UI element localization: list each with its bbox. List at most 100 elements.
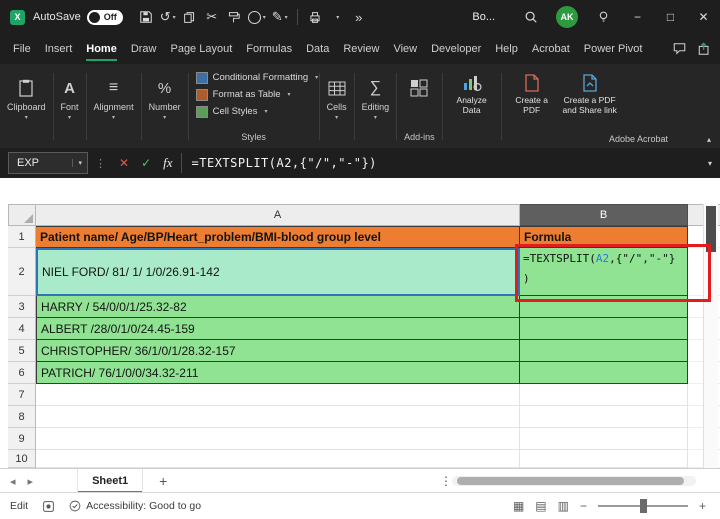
cell-B8[interactable] bbox=[520, 406, 688, 428]
select-all-corner[interactable] bbox=[8, 204, 36, 226]
accessibility-status[interactable]: Accessibility: Good to go bbox=[69, 500, 201, 512]
analyze-data-button[interactable]: Analyze Data bbox=[450, 74, 494, 115]
cell-A2[interactable]: NIEL FORD/ 81/ 1/ 1/0/26.91-142 bbox=[36, 248, 520, 296]
save-icon[interactable] bbox=[138, 5, 154, 29]
close-button[interactable]: ✕ bbox=[687, 0, 720, 34]
copy-icon[interactable] bbox=[182, 5, 198, 29]
tab-help[interactable]: Help bbox=[488, 34, 525, 64]
column-header-A[interactable]: A bbox=[36, 204, 520, 226]
undo-icon[interactable]: ↺ ▾ bbox=[160, 5, 176, 29]
tab-file[interactable]: File bbox=[6, 34, 38, 64]
tab-data[interactable]: Data bbox=[299, 34, 336, 64]
quick-access-caret-icon[interactable]: ▾ bbox=[329, 5, 345, 29]
cell-A9[interactable] bbox=[36, 428, 520, 450]
avatar[interactable]: AK bbox=[556, 6, 578, 28]
zoom-slider-thumb[interactable] bbox=[639, 499, 647, 513]
tab-acrobat[interactable]: Acrobat bbox=[525, 34, 577, 64]
cell-A6[interactable]: PATRICH/ 76/1/0/0/34.32-211 bbox=[36, 362, 520, 384]
cell-A10[interactable] bbox=[36, 450, 520, 468]
group-cells[interactable]: Cells ▾ bbox=[322, 67, 352, 146]
row-header-7[interactable]: 7 bbox=[8, 384, 36, 406]
cell-A7[interactable] bbox=[36, 384, 520, 406]
tab-power-pivot[interactable]: Power Pivot bbox=[577, 34, 650, 64]
format-as-table-button[interactable]: Format as Table ▾ bbox=[195, 86, 291, 103]
cell-B1[interactable]: Formula bbox=[520, 226, 688, 248]
cell-B3[interactable] bbox=[520, 296, 688, 318]
tab-developer[interactable]: Developer bbox=[424, 34, 488, 64]
vertical-scrollbar[interactable] bbox=[703, 204, 718, 468]
add-sheet-icon[interactable]: + bbox=[159, 473, 167, 489]
horizontal-scrollbar[interactable] bbox=[452, 476, 696, 486]
row-header-9[interactable]: 9 bbox=[8, 428, 36, 450]
autosave-toggle[interactable]: AutoSave Off bbox=[33, 9, 123, 25]
horizontal-scrollbar-thumb[interactable] bbox=[457, 477, 684, 485]
cell-B7[interactable] bbox=[520, 384, 688, 406]
zoom-in-icon[interactable]: + bbox=[699, 499, 706, 513]
lightbulb-icon[interactable] bbox=[595, 5, 611, 29]
cell-B5[interactable] bbox=[520, 340, 688, 362]
zoom-out-icon[interactable]: − bbox=[580, 499, 587, 513]
format-painter-icon[interactable] bbox=[226, 5, 242, 29]
pen-icon[interactable]: ✎ ▾ bbox=[272, 5, 288, 29]
page-layout-view-icon[interactable]: ▤ bbox=[535, 499, 546, 513]
group-editing[interactable]: ∑ Editing ▾ bbox=[357, 67, 395, 146]
cell-A8[interactable] bbox=[36, 406, 520, 428]
group-font[interactable]: A Font ▾ bbox=[56, 67, 84, 146]
collapse-ribbon-icon[interactable]: ▴ bbox=[707, 135, 711, 144]
cell-B10[interactable] bbox=[520, 450, 688, 468]
group-analyze-data[interactable]: Analyze Data bbox=[445, 67, 499, 146]
group-addins[interactable]: Add-ins bbox=[399, 67, 440, 146]
group-alignment[interactable]: ≡ Alignment ▾ bbox=[89, 67, 139, 146]
formula-bar-handle-icon[interactable]: ⋮ bbox=[95, 157, 106, 170]
draw-circle-icon[interactable]: ▾ bbox=[247, 5, 266, 29]
conditional-formatting-button[interactable]: Conditional Formatting ▾ bbox=[195, 69, 318, 86]
cut-icon[interactable]: ✂ bbox=[204, 5, 220, 29]
column-header-B[interactable]: B bbox=[520, 204, 688, 226]
cell-B4[interactable] bbox=[520, 318, 688, 340]
vertical-scrollbar-thumb[interactable] bbox=[706, 206, 716, 252]
macro-record-icon[interactable] bbox=[42, 500, 55, 513]
cell-A3[interactable]: HARRY / 54/0/0/1/25.32-82 bbox=[36, 296, 520, 318]
cell-B6[interactable] bbox=[520, 362, 688, 384]
cell-B9[interactable] bbox=[520, 428, 688, 450]
comments-icon[interactable] bbox=[672, 42, 687, 56]
enter-icon[interactable]: ✓ bbox=[141, 156, 151, 170]
row-header-8[interactable]: 8 bbox=[8, 406, 36, 428]
tab-page-layout[interactable]: Page Layout bbox=[163, 34, 239, 64]
row-header-1[interactable]: 1 bbox=[8, 226, 36, 248]
cancel-icon[interactable]: ✕ bbox=[119, 156, 129, 170]
zoom-slider[interactable] bbox=[597, 499, 688, 513]
share-icon[interactable] bbox=[697, 42, 712, 56]
sheet-tab-sheet1[interactable]: Sheet1 bbox=[77, 469, 144, 493]
tab-formulas[interactable]: Formulas bbox=[239, 34, 299, 64]
create-pdf-button[interactable]: Create a PDF bbox=[509, 74, 555, 115]
minimize-button[interactable]: − bbox=[621, 0, 654, 34]
row-header-4[interactable]: 4 bbox=[8, 318, 36, 340]
page-break-view-icon[interactable]: ▥ bbox=[558, 499, 569, 513]
tab-review[interactable]: Review bbox=[336, 34, 386, 64]
name-box-caret-icon[interactable]: ▾ bbox=[72, 159, 87, 167]
formula-input[interactable]: =TEXTSPLIT(A2,{"/","-"}) bbox=[192, 156, 377, 170]
sheet-nav-left-icon[interactable]: ◂ bbox=[10, 475, 16, 488]
cell-B2[interactable]: =TEXTSPLIT(A2,{"/","-"}) bbox=[520, 248, 688, 296]
row-header-10[interactable]: 10 bbox=[8, 450, 36, 468]
sheet-nav-right-icon[interactable]: ▸ bbox=[28, 475, 34, 488]
cell-styles-button[interactable]: Cell Styles ▾ bbox=[195, 103, 267, 120]
normal-view-icon[interactable]: ▦ bbox=[513, 499, 524, 513]
search-icon[interactable] bbox=[523, 5, 539, 29]
tab-view[interactable]: View bbox=[386, 34, 424, 64]
cell-A5[interactable]: CHRISTOPHER/ 36/1/0/1/28.32-157 bbox=[36, 340, 520, 362]
cell-A1[interactable]: Patient name/ Age/BP/Heart_problem/BMI-b… bbox=[36, 226, 520, 248]
row-header-6[interactable]: 6 bbox=[8, 362, 36, 384]
sheetbar-dots-icon[interactable]: ⋮ bbox=[440, 474, 452, 488]
cell-A4[interactable]: ALBERT /28/0/1/0/24.45-159 bbox=[36, 318, 520, 340]
autosave-switch[interactable]: Off bbox=[86, 9, 123, 25]
create-pdf-share-button[interactable]: Create a PDF and Share link bbox=[559, 74, 621, 115]
group-clipboard[interactable]: Clipboard ▾ bbox=[2, 67, 51, 146]
name-box[interactable]: EXP ▾ bbox=[8, 152, 88, 174]
row-header-2[interactable]: 2 bbox=[8, 248, 36, 296]
tab-draw[interactable]: Draw bbox=[124, 34, 164, 64]
overflow-icon[interactable]: » bbox=[351, 5, 367, 29]
group-number[interactable]: % Number ▾ bbox=[144, 67, 186, 146]
insert-function-icon[interactable]: fx bbox=[163, 155, 172, 171]
